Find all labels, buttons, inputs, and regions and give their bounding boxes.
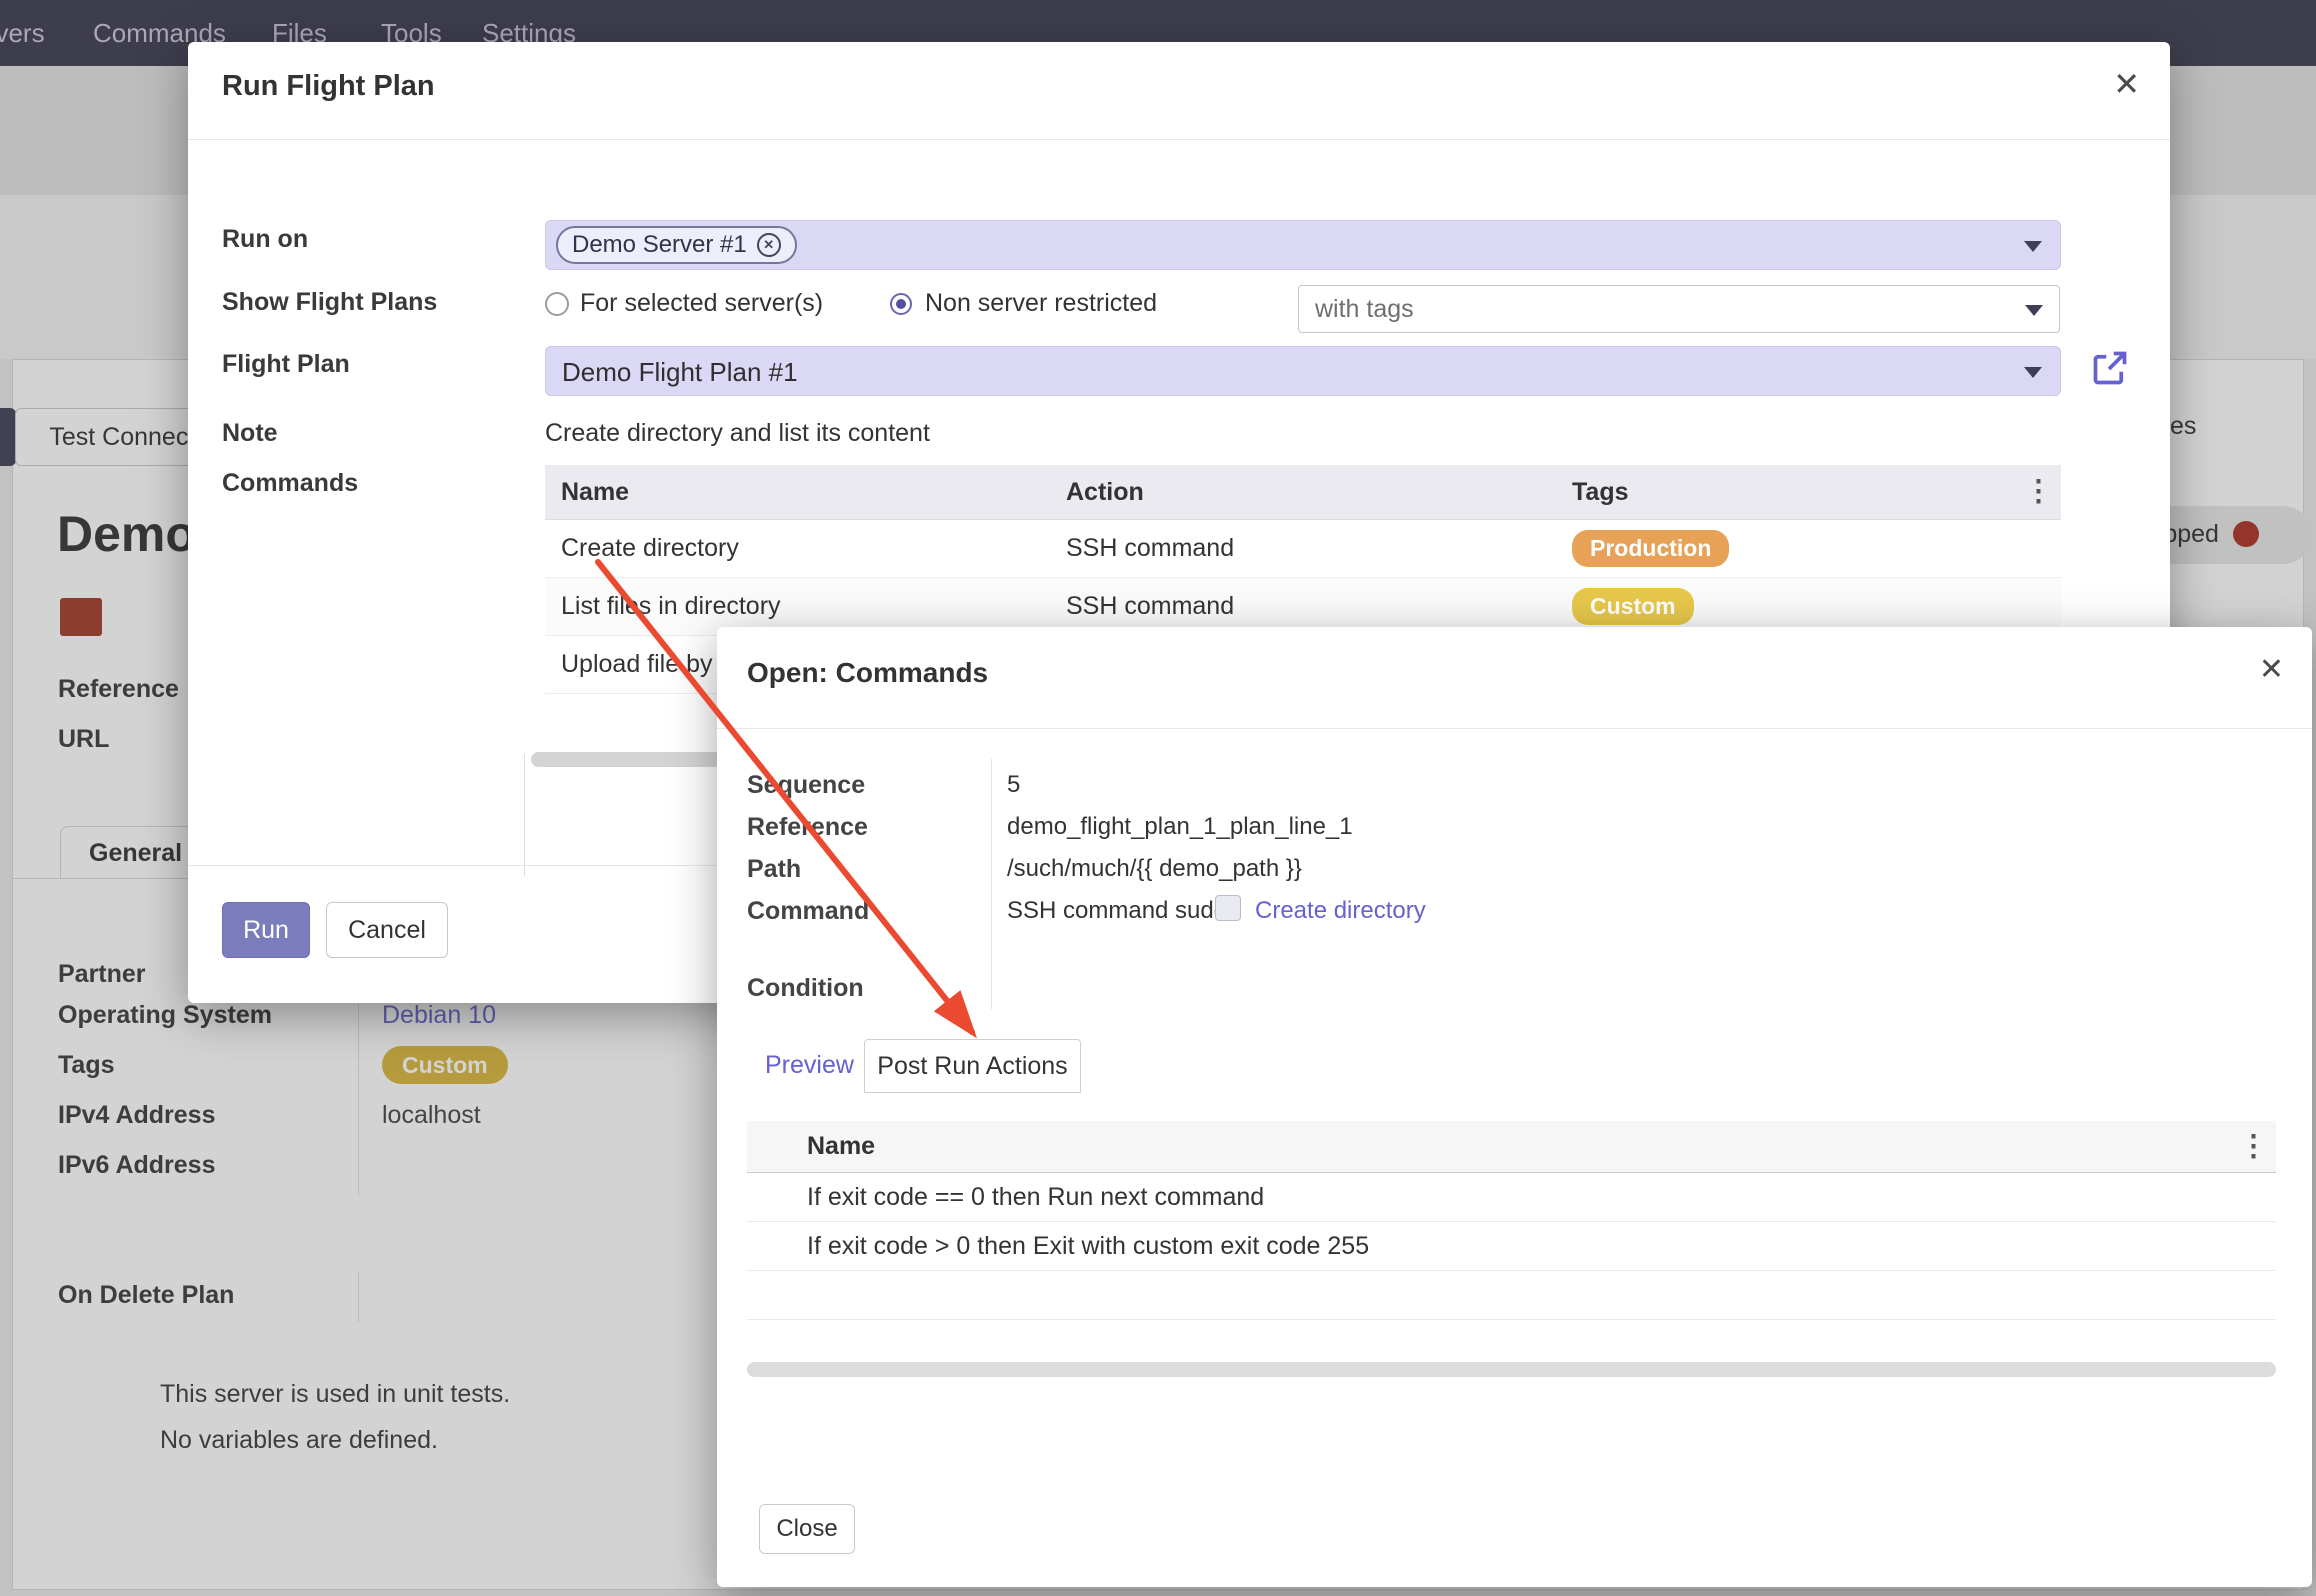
open-commands-modal: Open: Commands ✕ Sequence Reference Path… (717, 627, 2312, 1587)
run-on-label: Run on (222, 225, 308, 254)
row-action: SSH command (1050, 592, 1556, 621)
run-modal-header: Run Flight Plan ✕ (188, 42, 2170, 140)
close-icon[interactable]: ✕ (2259, 655, 2284, 685)
cancel-button[interactable]: Cancel (326, 902, 448, 958)
chevron-down-icon[interactable] (2024, 367, 2042, 378)
kebab-menu-icon[interactable]: ⋮ (2239, 1132, 2268, 1161)
commands-label: Commands (222, 469, 358, 498)
column-header-name[interactable]: Name (793, 1132, 2276, 1161)
create-directory-link[interactable]: Create directory (1255, 897, 1426, 925)
sequence-label: Sequence (747, 771, 865, 800)
commands-table-header: Name Action Tags ⋮ (545, 465, 2061, 520)
action-name: If exit code > 0 then Exit with custom e… (793, 1232, 2276, 1261)
row-action: SSH command (1050, 534, 1556, 563)
command-value: SSH command sudo (1007, 897, 1227, 925)
command-checkbox[interactable] (1215, 895, 1241, 921)
kebab-menu-icon[interactable]: ⋮ (2024, 478, 2053, 507)
post-run-actions-table: Name ⋮ If exit code == 0 then Run next c… (747, 1121, 2276, 1320)
note-label: Note (222, 419, 278, 448)
pane-divider (524, 754, 525, 876)
tag-badge-custom: Custom (1572, 588, 1694, 625)
table-row-empty (747, 1271, 2276, 1320)
close-icon[interactable]: ✕ (2113, 68, 2140, 100)
field-divider (991, 759, 992, 1009)
tab-post-run-actions[interactable]: Post Run Actions (864, 1039, 1081, 1093)
row-name: Create directory (545, 534, 1050, 563)
run-modal-title: Run Flight Plan (222, 70, 435, 103)
chevron-down-icon[interactable] (2025, 305, 2043, 316)
action-name: If exit code == 0 then Run next command (793, 1183, 2276, 1212)
server-tag-label: Demo Server #1 (572, 231, 747, 259)
condition-label: Condition (747, 974, 864, 1003)
tag-badge-production: Production (1572, 530, 1729, 567)
path-label: Path (747, 855, 801, 884)
commands-modal-title: Open: Commands (747, 657, 988, 689)
horizontal-scrollbar[interactable] (747, 1362, 2276, 1377)
show-flight-plans-label: Show Flight Plans (222, 288, 437, 317)
table-row[interactable]: If exit code == 0 then Run next command (747, 1173, 2276, 1222)
column-header-tags[interactable]: Tags (1556, 478, 2061, 507)
flight-plan-value: Demo Flight Plan #1 (562, 357, 798, 388)
with-tags-field (1298, 285, 2060, 333)
note-value: Create directory and list its content (545, 419, 930, 448)
screen: Servers Commands Files Tools Settings Te… (0, 0, 2316, 1596)
run-on-field[interactable]: Demo Server #1 ✕ (545, 220, 2061, 270)
run-button[interactable]: Run (222, 902, 310, 958)
radio-non-server-restricted[interactable] (890, 293, 912, 315)
radio-for-selected-servers[interactable] (545, 292, 569, 316)
command-label: Command (747, 897, 869, 926)
remove-tag-icon[interactable]: ✕ (757, 233, 781, 257)
row-name: List files in directory (545, 592, 1050, 621)
server-tag-chip[interactable]: Demo Server #1 ✕ (556, 226, 797, 264)
external-link-icon[interactable] (2090, 348, 2130, 388)
table-row[interactable]: If exit code > 0 then Exit with custom e… (747, 1222, 2276, 1271)
with-tags-input[interactable] (1299, 286, 2059, 332)
path-value: /such/much/{{ demo_path }} (1007, 855, 1302, 883)
reference-value: demo_flight_plan_1_plan_line_1 (1007, 813, 1353, 841)
column-header-action[interactable]: Action (1050, 478, 1556, 507)
radio-non-server-restricted-label[interactable]: Non server restricted (925, 289, 1157, 318)
reference-label: Reference (747, 813, 868, 842)
commands-modal-header: Open: Commands ✕ (717, 627, 2312, 729)
table-row[interactable]: Create directory SSH command Production (545, 520, 2061, 578)
actions-table-header: Name ⋮ (747, 1121, 2276, 1173)
flight-plan-select[interactable]: Demo Flight Plan #1 (545, 346, 2061, 396)
chevron-down-icon[interactable] (2024, 241, 2042, 252)
sequence-value: 5 (1007, 771, 1020, 799)
tab-preview[interactable]: Preview (765, 1051, 854, 1080)
close-button[interactable]: Close (759, 1504, 855, 1554)
column-header-name[interactable]: Name (545, 478, 1050, 507)
flight-plan-label: Flight Plan (222, 350, 350, 379)
radio-for-selected-servers-label[interactable]: For selected server(s) (580, 289, 823, 318)
